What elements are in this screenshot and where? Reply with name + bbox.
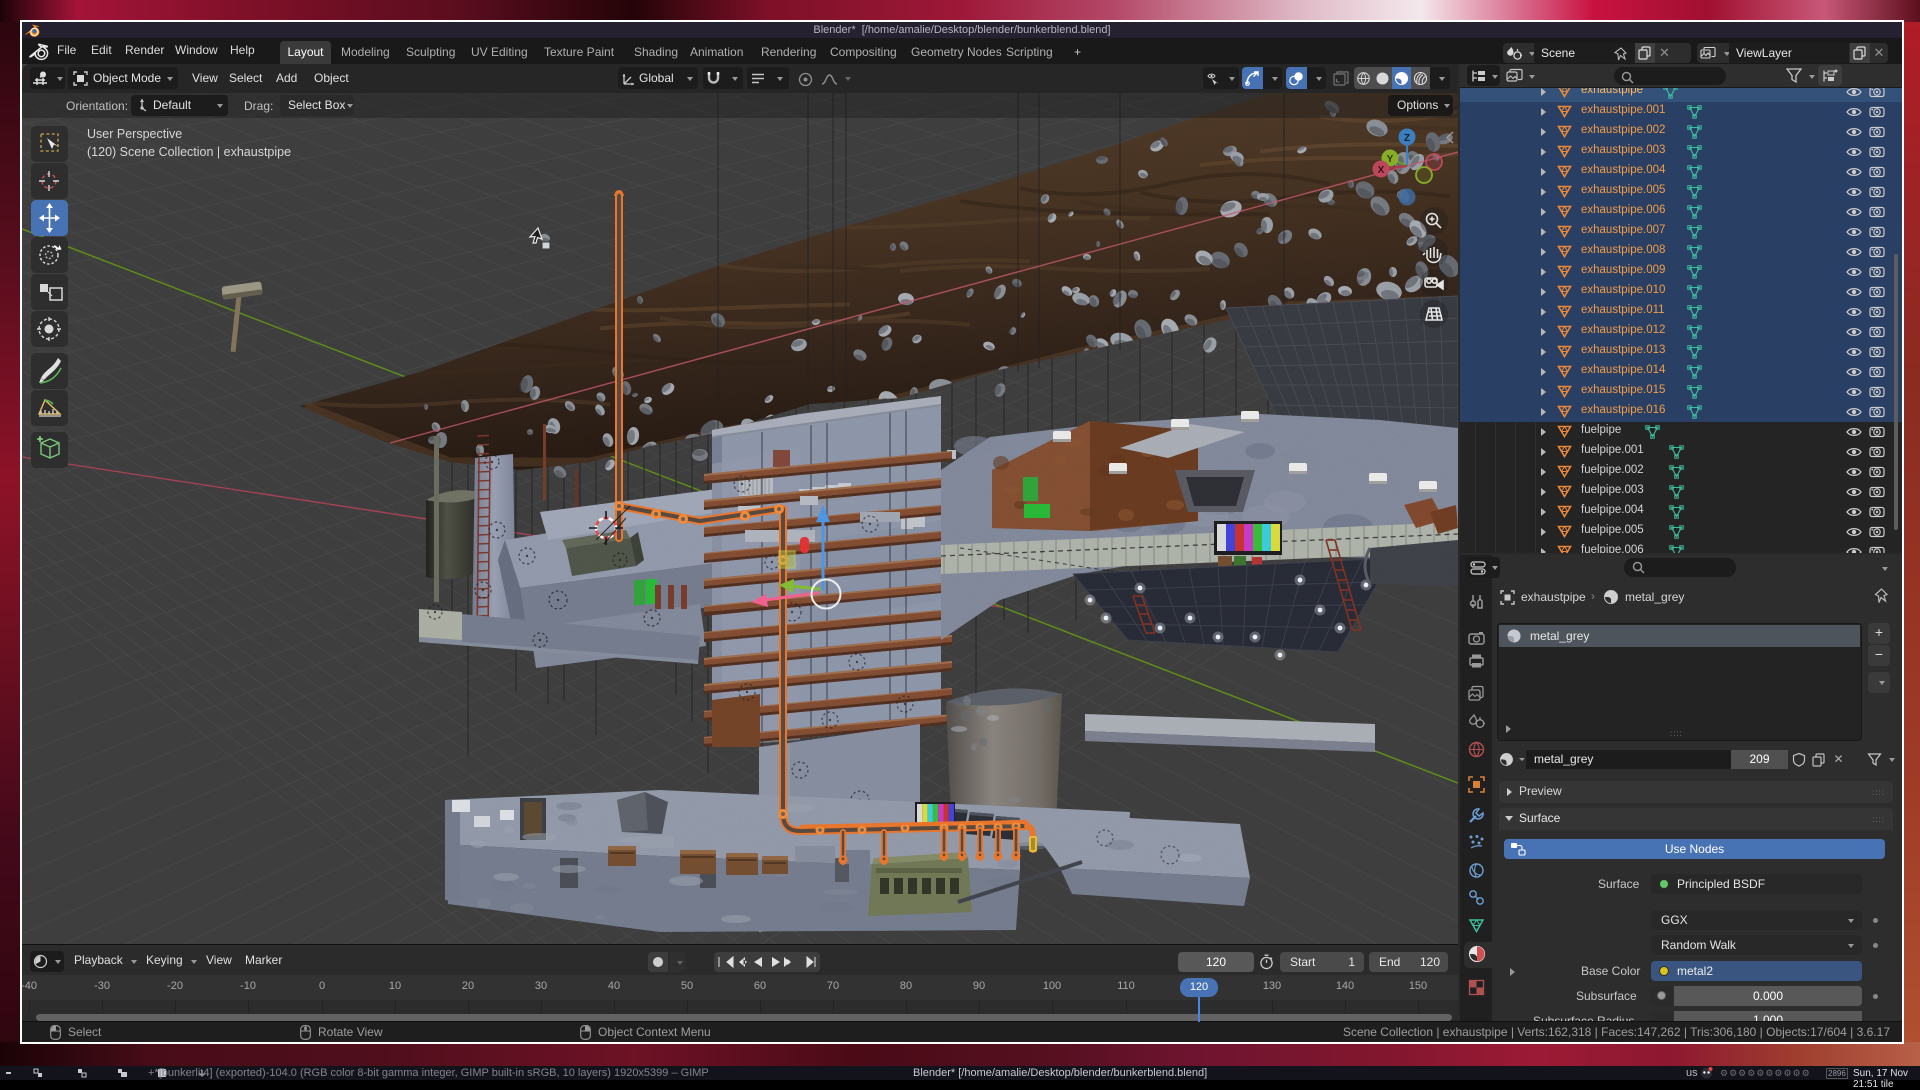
svg-text:X: X	[1378, 165, 1385, 176]
svg-text:Z: Z	[1404, 133, 1410, 144]
svg-text:Y: Y	[1387, 154, 1394, 165]
